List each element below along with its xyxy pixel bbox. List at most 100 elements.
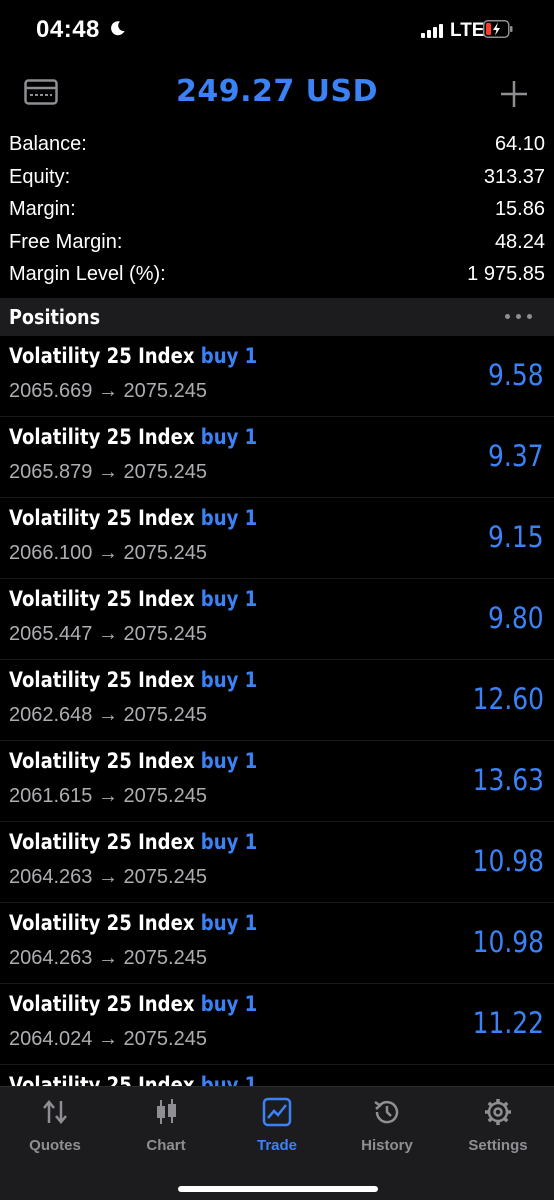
position-prices: 2065.447 → 2075.245 [9, 623, 207, 645]
tab-bar: Quotes Chart Trade History Settings [0, 1086, 554, 1200]
position-prices: 2062.648 → 2075.245 [9, 704, 207, 726]
position-profit: 9.80 [488, 601, 544, 635]
position-symbol: Volatility 25 Index buy 1 [9, 587, 257, 611]
tab-label: Chart [146, 1137, 186, 1154]
positions-header: Positions [0, 298, 554, 336]
position-row[interactable]: Volatility 25 Index buy 1 2065.447 → 2075… [0, 579, 554, 660]
position-symbol: Volatility 25 Index buy 1 [9, 992, 257, 1016]
position-profit: 9.58 [488, 358, 544, 392]
summary-label: Free Margin: [9, 230, 123, 253]
position-prices: 2065.879 → 2075.245 [9, 461, 207, 483]
tab-settings[interactable]: Settings [443, 1087, 553, 1167]
position-side: buy 1 [200, 506, 258, 530]
symbol-name: Volatility 25 Index [9, 425, 195, 449]
position-side: buy 1 [200, 668, 258, 692]
plus-icon[interactable] [500, 80, 528, 108]
cellular-signal-icon [421, 24, 447, 38]
summary-value: 48.24 [494, 230, 545, 253]
position-side: buy 1 [200, 911, 258, 935]
symbol-name: Volatility 25 Index [9, 668, 195, 692]
moon-icon [111, 21, 125, 36]
position-row[interactable]: Volatility 25 Index buy 1 2064.263 → 2075… [0, 903, 554, 984]
summary-value: 1 975.85 [467, 263, 545, 285]
position-side: buy 1 [200, 830, 258, 854]
summary-value: 64.10 [494, 133, 545, 155]
summary-row: Free Margin: 48.24 [0, 228, 554, 261]
position-side: buy 1 [200, 587, 258, 611]
summary-row: Equity: 313.37 [0, 163, 554, 196]
tab-chart[interactable]: Chart [111, 1087, 221, 1167]
quotes-icon [43, 1100, 67, 1124]
position-profit: 13.63 [472, 763, 544, 797]
symbol-name: Volatility 25 Index [9, 344, 195, 368]
trade-screen: 04:48 LTE 249.27 USD Balance: 64.10 Equi… [0, 0, 554, 1200]
position-prices: 2066.100 → 2075.245 [9, 542, 207, 564]
position-profit: 12.60 [472, 682, 544, 716]
symbol-name: Volatility 25 Index [9, 992, 195, 1016]
battery-icon [483, 20, 513, 38]
status-bar: 04:48 LTE [0, 0, 554, 60]
tab-trade[interactable]: Trade [222, 1087, 332, 1167]
position-profit: 10.98 [472, 844, 544, 878]
symbol-name: Volatility 25 Index [9, 911, 195, 935]
position-profit: 9.37 [488, 439, 544, 473]
position-side: buy 1 [200, 992, 258, 1016]
position-symbol: Volatility 25 Index buy 1 [9, 344, 257, 368]
position-row[interactable]: Volatility 25 Index buy 1 2066.100 → 2075… [0, 498, 554, 579]
chart-icon [157, 1099, 176, 1124]
summary-row: Margin Level (%): 1 975.85 [0, 260, 554, 293]
position-prices: 2064.263 → 2075.245 [9, 947, 207, 969]
position-row[interactable]: Volatility 25 Index buy 1 2062.648 → 2075… [0, 660, 554, 741]
summary-value: 313.37 [483, 165, 545, 188]
symbol-name: Volatility 25 Index [9, 587, 195, 611]
position-profit: 10.98 [472, 925, 544, 959]
status-time: 04:48 [36, 16, 100, 43]
position-prices: 2061.615 → 2075.245 [9, 785, 207, 807]
tab-label: History [361, 1137, 413, 1154]
positions-title: Positions [9, 305, 101, 329]
tab-history[interactable]: History [332, 1087, 442, 1167]
account-summary: Balance: 64.10 Equity: 313.37 Margin: 15.86 Fr… [0, 130, 554, 293]
tab-label: Settings [468, 1137, 528, 1154]
position-side: buy 1 [200, 344, 258, 368]
position-symbol: Volatility 25 Index buy 1 [9, 506, 257, 530]
summary-row: Margin: 15.86 [0, 195, 554, 228]
position-symbol: Volatility 25 Index buy 1 [9, 668, 257, 692]
position-row[interactable]: Volatility 25 Index buy 1 2061.615 → 2075… [0, 741, 554, 822]
tab-label: Quotes [29, 1137, 81, 1154]
summary-label: Balance: [9, 133, 87, 155]
summary-label: Margin Level (%): [9, 263, 166, 285]
position-side: buy 1 [200, 749, 258, 773]
summary-label: Equity: [9, 165, 71, 188]
position-row[interactable]: Volatility 25 Index buy 1 2064.024 → 2075… [0, 984, 554, 1065]
network-type: LTE [450, 20, 485, 41]
position-prices: 2064.263 → 2075.245 [9, 866, 207, 888]
position-symbol: Volatility 25 Index buy 1 [9, 911, 257, 935]
symbol-name: Volatility 25 Index [9, 749, 195, 773]
symbol-name: Volatility 25 Index [9, 506, 195, 530]
position-prices: 2065.669 → 2075.245 [9, 380, 207, 402]
home-indicator [178, 1186, 378, 1192]
position-side: buy 1 [200, 425, 258, 449]
position-row[interactable]: Volatility 25 Index buy 1 2065.879 → 2075… [0, 417, 554, 498]
more-options-icon[interactable] [505, 314, 537, 320]
position-row[interactable]: Volatility 25 Index buy 1 2064.263 → 2075… [0, 822, 554, 903]
account-header: 249.27 USD [0, 62, 554, 124]
positions-list: Volatility 25 Index buy 1 2065.669 → 2075… [0, 336, 554, 1146]
position-prices: 2064.024 → 2075.245 [9, 1028, 207, 1050]
symbol-name: Volatility 25 Index [9, 830, 195, 854]
summary-value: 15.86 [494, 198, 545, 220]
summary-row: Balance: 64.10 [0, 130, 554, 163]
position-symbol: Volatility 25 Index buy 1 [9, 425, 257, 449]
position-profit: 11.22 [472, 1006, 544, 1040]
position-symbol: Volatility 25 Index buy 1 [9, 830, 257, 854]
position-row[interactable]: Volatility 25 Index buy 1 2065.669 → 2075… [0, 336, 554, 417]
settings-icon [485, 1099, 511, 1125]
history-icon [374, 1100, 399, 1124]
position-profit: 9.15 [488, 520, 544, 554]
position-symbol: Volatility 25 Index buy 1 [9, 749, 257, 773]
summary-label: Margin: [9, 198, 76, 220]
tab-quotes[interactable]: Quotes [0, 1087, 110, 1167]
tab-label: Trade [256, 1137, 298, 1154]
trade-icon [262, 1097, 292, 1127]
